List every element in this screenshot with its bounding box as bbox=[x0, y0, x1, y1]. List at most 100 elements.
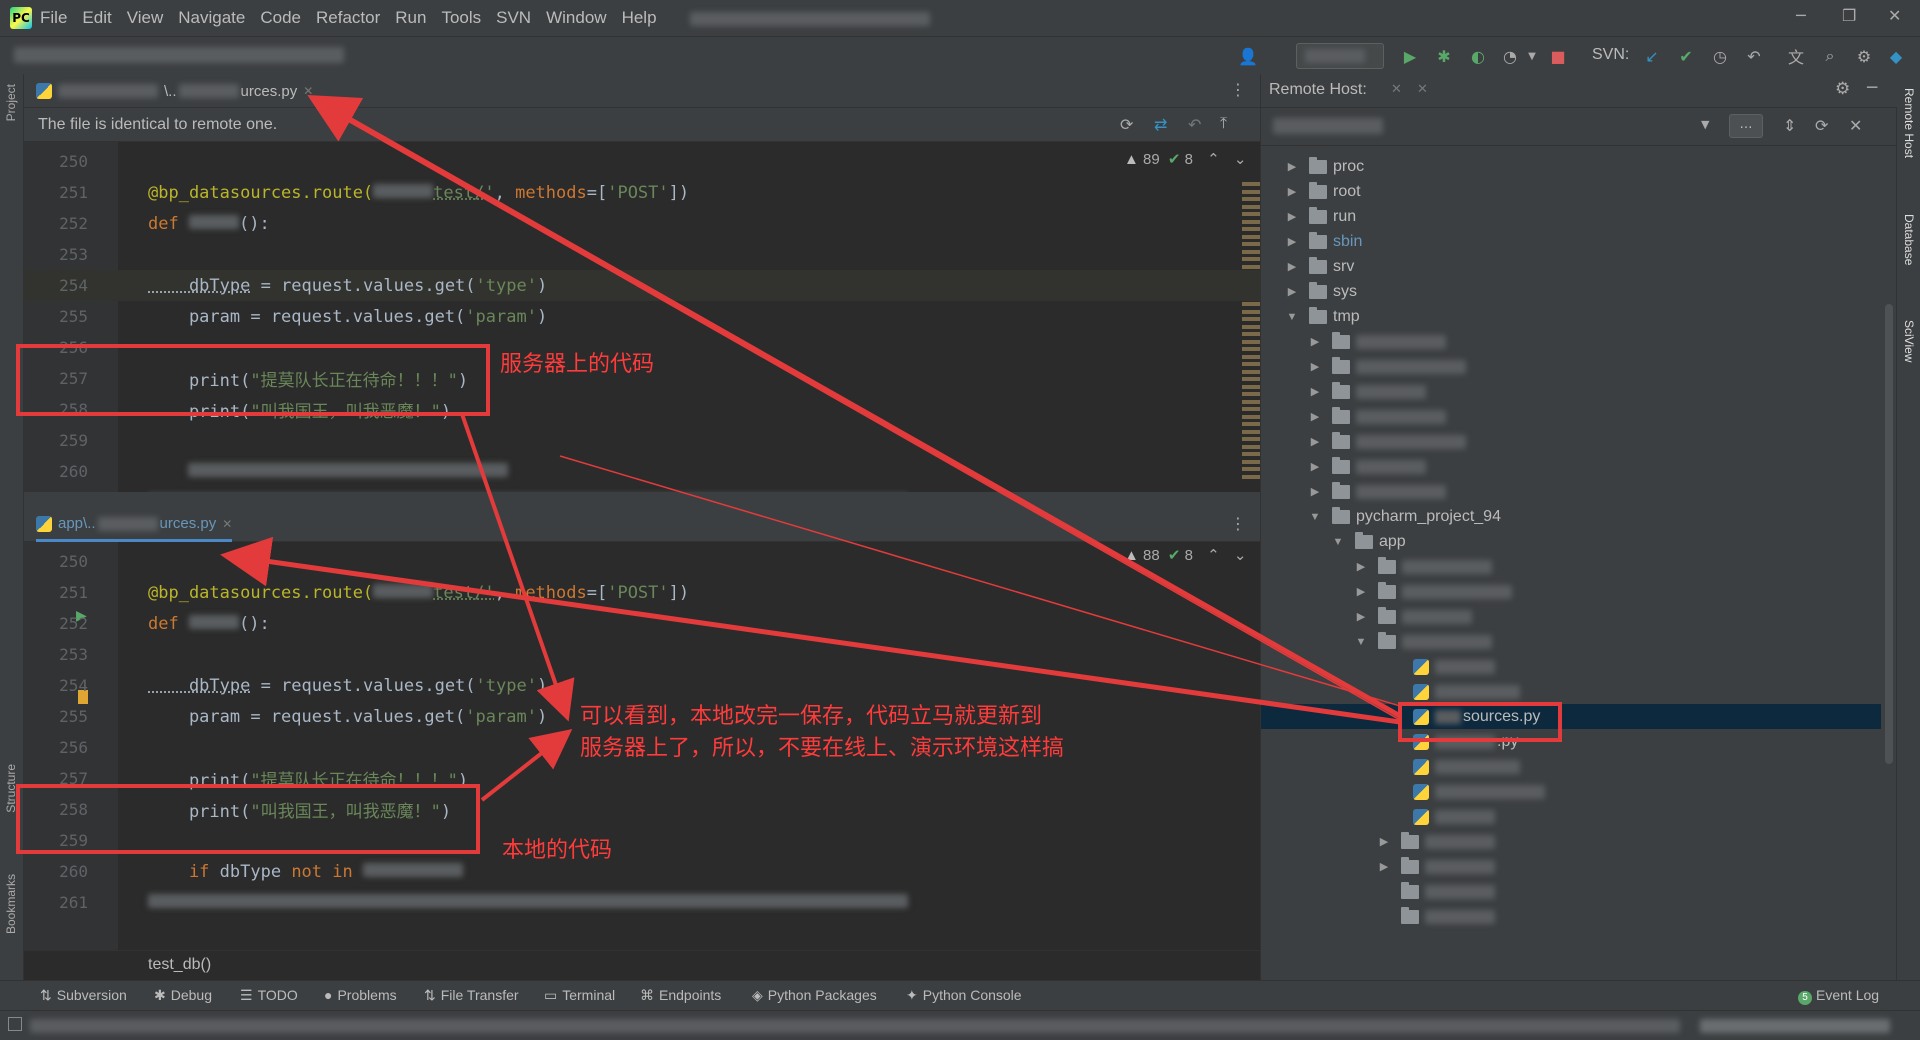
code-line[interactable]: 253 bbox=[24, 239, 1260, 270]
tree-item[interactable]: ▼ app bbox=[1331, 529, 1406, 554]
chevron-down-icon[interactable]: ▼ bbox=[1285, 311, 1299, 323]
file-item[interactable] bbox=[1413, 654, 1497, 679]
close-icon[interactable]: ✕ bbox=[1849, 116, 1862, 135]
translate-icon[interactable]: 文 bbox=[1786, 46, 1806, 67]
editor-splitter[interactable] bbox=[24, 492, 1260, 508]
file-item[interactable] bbox=[1413, 804, 1497, 829]
chevron-down-icon[interactable]: ▼ bbox=[1522, 46, 1542, 66]
chevron-right-icon[interactable]: ▶ bbox=[1308, 460, 1322, 473]
tool-window-debug[interactable]: ✱ Debug bbox=[154, 987, 212, 1004]
menu-tools[interactable]: Tools bbox=[441, 8, 481, 28]
collapse-all-icon[interactable]: ⇕ bbox=[1783, 116, 1796, 135]
menu-window[interactable]: Window bbox=[546, 8, 606, 28]
file-item[interactable] bbox=[1413, 754, 1522, 779]
tab-local-file[interactable]: app\.. urces.py ✕ bbox=[36, 508, 233, 542]
tree-item[interactable]: ▶ bbox=[1308, 479, 1446, 504]
tree-item[interactable]: ▶ bbox=[1354, 554, 1492, 579]
code-line[interactable]: 254 dbType = request.values.get('type') bbox=[24, 270, 1260, 301]
debug-icon[interactable]: ✱ bbox=[1434, 46, 1454, 66]
tool-window-problems[interactable]: ● Problems bbox=[324, 987, 397, 1003]
code-line[interactable]: 251 @bp_datasources.route(test/', methods… bbox=[24, 177, 1260, 208]
code-line[interactable]: 250 bbox=[24, 546, 1260, 577]
tree-item[interactable] bbox=[1377, 904, 1495, 929]
tool-window-subversion[interactable]: ⇅ Subversion bbox=[40, 987, 127, 1004]
tree-item[interactable]: ▼ tmp bbox=[1285, 304, 1360, 329]
code-line[interactable]: 255 param = request.values.get('param') bbox=[24, 301, 1260, 332]
close-icon[interactable]: ✕ bbox=[1391, 82, 1402, 97]
close-icon[interactable]: ✕ bbox=[1417, 82, 1428, 97]
tree-item[interactable]: ▶ bbox=[1308, 354, 1466, 379]
code-line[interactable]: 252 def (): bbox=[24, 208, 1260, 239]
tree-item[interactable]: ▶ bbox=[1354, 579, 1512, 604]
chevron-right-icon[interactable]: ▶ bbox=[1308, 485, 1322, 498]
chevron-down-icon[interactable]: ▼ bbox=[1354, 636, 1368, 648]
code-line[interactable]: 250 bbox=[24, 146, 1260, 177]
code-line[interactable]: 261 bbox=[24, 887, 1260, 918]
selected-file-item[interactable]: sources.py bbox=[1261, 704, 1881, 729]
tool-window-endpoints[interactable]: ⌘ Endpoints bbox=[640, 987, 721, 1004]
chevron-right-icon[interactable]: ▶ bbox=[1285, 210, 1299, 223]
tree-item[interactable] bbox=[1377, 879, 1495, 904]
menu-file[interactable]: File bbox=[40, 8, 67, 28]
menu-refactor[interactable]: Refactor bbox=[316, 8, 380, 28]
chevron-down-icon[interactable]: ▼ bbox=[1331, 536, 1345, 548]
chevron-right-icon[interactable]: ▶ bbox=[1354, 610, 1368, 623]
restore-icon[interactable]: ❐ bbox=[1842, 6, 1856, 25]
chevron-down-icon[interactable]: ▼ bbox=[1308, 511, 1322, 523]
tree-item[interactable]: ▶ srv bbox=[1285, 254, 1354, 279]
tree-item[interactable]: ▶ proc bbox=[1285, 154, 1364, 179]
code-line[interactable]: 251 @bp_datasources.route(test/', methods… bbox=[24, 577, 1260, 608]
close-tab-icon[interactable]: ✕ bbox=[222, 517, 232, 531]
search-icon[interactable]: ⌕ bbox=[1820, 46, 1840, 66]
chevron-down-icon[interactable]: ▼ bbox=[1701, 118, 1709, 131]
run-config-select[interactable] bbox=[1296, 43, 1384, 69]
chevron-right-icon[interactable]: ▶ bbox=[1285, 185, 1299, 198]
chevron-right-icon[interactable]: ▶ bbox=[1285, 285, 1299, 298]
chevron-right-icon[interactable]: ▶ bbox=[1377, 860, 1391, 873]
upload-icon[interactable]: ⤒ bbox=[1220, 115, 1227, 133]
rollback-icon[interactable]: ↶ bbox=[1744, 46, 1764, 66]
profile-icon[interactable]: ◔ bbox=[1500, 46, 1520, 66]
tree-item[interactable]: ▶ sys bbox=[1285, 279, 1357, 304]
coverage-icon[interactable]: ◐ bbox=[1468, 46, 1488, 66]
chevron-right-icon[interactable]: ▶ bbox=[1308, 335, 1322, 348]
code-line[interactable]: 252 def (): bbox=[24, 608, 1260, 639]
tree-item[interactable]: ▶ bbox=[1377, 854, 1495, 879]
database-tool-tab[interactable]: Database bbox=[1902, 214, 1916, 265]
menu-edit[interactable]: Edit bbox=[82, 8, 111, 28]
status-toggle-icon[interactable] bbox=[8, 1017, 22, 1031]
close-icon[interactable]: ✕ bbox=[1888, 6, 1901, 25]
tree-item[interactable]: ▶ bbox=[1308, 429, 1466, 454]
minimize-icon[interactable]: ─ bbox=[1796, 6, 1806, 25]
remote-host-tool-tab[interactable]: Remote Host bbox=[1902, 88, 1916, 158]
tool-window-terminal[interactable]: ▭ Terminal bbox=[544, 987, 615, 1004]
tool-window-python-packages[interactable]: ◈ Python Packages bbox=[752, 987, 877, 1004]
more-options-icon[interactable]: ⋮ bbox=[1230, 514, 1246, 533]
gear-icon[interactable]: ⚙ bbox=[1835, 79, 1850, 99]
file-item[interactable] bbox=[1413, 779, 1547, 804]
tree-item[interactable]: ▶ bbox=[1308, 379, 1426, 404]
tree-item[interactable]: ▼ pycharm_project_94 bbox=[1308, 504, 1501, 529]
chevron-right-icon[interactable]: ▶ bbox=[1354, 585, 1368, 598]
tree-item[interactable]: ▶ bbox=[1308, 454, 1426, 479]
toolbox-icon[interactable]: ◆ bbox=[1886, 46, 1906, 66]
tab-remote-file[interactable]: \.. urces.py ✕ bbox=[36, 74, 313, 108]
tree-item[interactable]: ▶ bbox=[1354, 604, 1472, 629]
revert-icon[interactable]: ↶ bbox=[1188, 115, 1201, 135]
tree-scrollbar[interactable] bbox=[1885, 304, 1893, 764]
chevron-right-icon[interactable]: ▶ bbox=[1308, 435, 1322, 448]
code-line[interactable]: 259 bbox=[24, 425, 1260, 456]
minimize-panel-icon[interactable]: ─ bbox=[1867, 78, 1877, 98]
tree-item[interactable]: ▼ bbox=[1354, 629, 1492, 654]
remote-host-select[interactable]: ▼ … ⇕ ⟳ ✕ bbox=[1261, 108, 1897, 146]
menu-run[interactable]: Run bbox=[395, 8, 426, 28]
chevron-right-icon[interactable]: ▶ bbox=[1308, 385, 1322, 398]
browse-button[interactable]: … bbox=[1729, 114, 1763, 138]
code-line[interactable]: 253 bbox=[24, 639, 1260, 670]
bookmarks-tool-tab[interactable]: Bookmarks bbox=[4, 874, 18, 934]
sync-icon[interactable]: ⟳ bbox=[1120, 115, 1133, 135]
menu-svn[interactable]: SVN bbox=[496, 8, 531, 28]
breadcrumb[interactable]: test_db() bbox=[148, 956, 211, 974]
user-icon[interactable]: 👤 bbox=[1238, 46, 1258, 66]
tool-window-file-transfer[interactable]: ⇅ File Transfer bbox=[424, 987, 519, 1004]
